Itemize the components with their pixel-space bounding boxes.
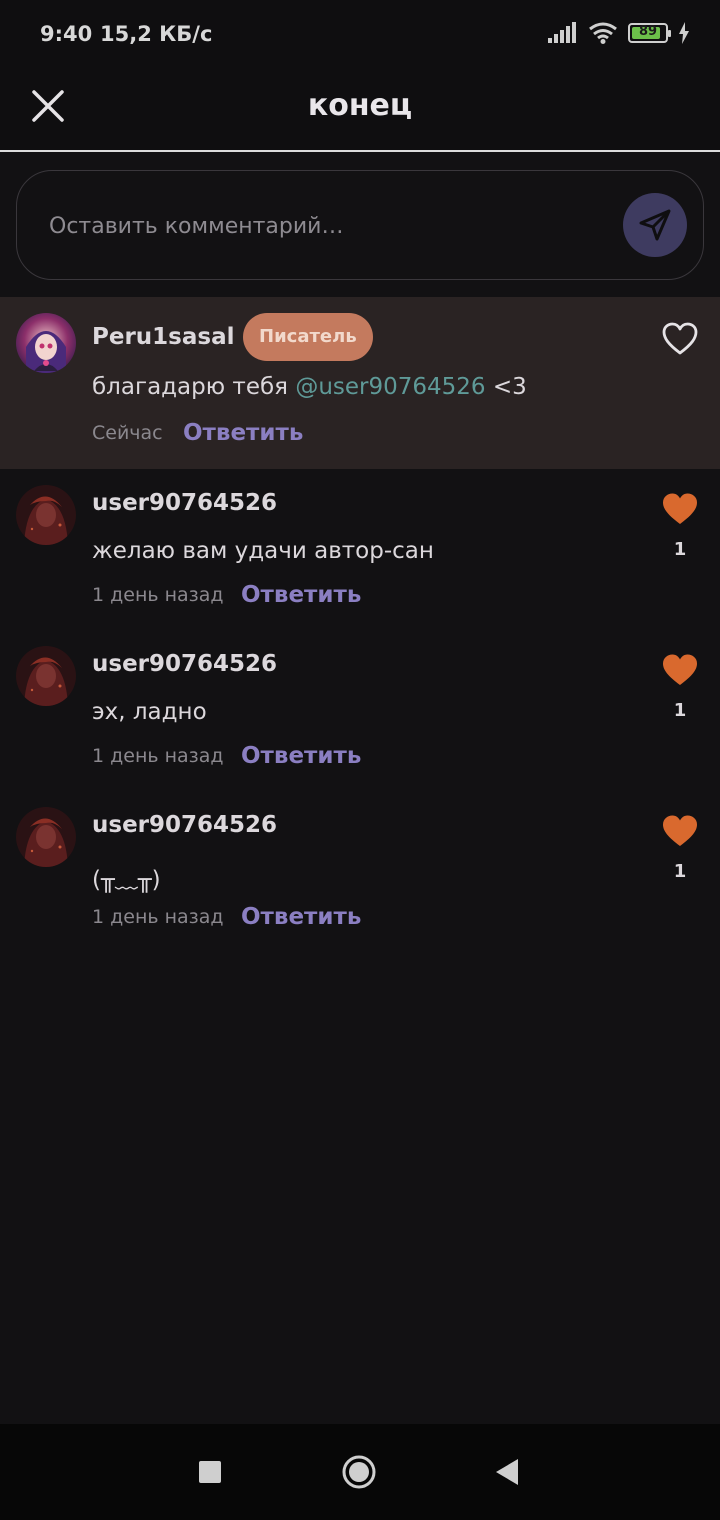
recent-apps-icon[interactable] [199, 1461, 221, 1483]
signal-icon [548, 22, 576, 43]
comment-text: (╥﹏╥) [92, 867, 161, 893]
heart-filled-icon [663, 815, 697, 846]
send-button[interactable] [623, 193, 687, 257]
like-button[interactable] [660, 321, 700, 357]
battery-level: 89 [638, 24, 658, 39]
like-count: 1 [673, 861, 687, 882]
comment-text-part: <3 [485, 374, 527, 400]
page-title: конец [307, 88, 413, 123]
comment-item: user90764526 (╥﹏╥) 1 день назад Ответить… [0, 791, 720, 952]
like-button[interactable] [660, 491, 700, 527]
comment-text: благадарю тебя @user90764526 <3 [92, 374, 527, 400]
like-count: 1 [673, 700, 687, 721]
avatar-image [16, 807, 76, 867]
battery-icon: 89 [628, 23, 671, 43]
avatar[interactable] [16, 313, 76, 373]
heart-filled-icon [663, 654, 697, 685]
home-icon[interactable] [342, 1455, 376, 1489]
heart-filled-icon [663, 493, 697, 524]
reply-button[interactable]: Ответить [241, 904, 361, 930]
status-bar: 9:40 15,2 КБ/с 89 [0, 0, 720, 70]
system-nav-bar [0, 1424, 720, 1520]
status-network-speed: 15,2 КБ/с [100, 22, 213, 46]
reply-button[interactable]: Ответить [241, 743, 361, 769]
comment-text-part: благадарю тебя [92, 374, 296, 400]
comment-input-box [16, 170, 704, 280]
comment-timestamp: 1 день назад [92, 584, 224, 606]
comment-item: user90764526 эх, ладно 1 день назад Отве… [0, 630, 720, 791]
comment-item: user90764526 желаю вам удачи автор-сан 1… [0, 469, 720, 630]
heart-outline-icon [662, 322, 698, 355]
user-mention-link[interactable]: @user90764526 [295, 374, 485, 400]
comment-timestamp: Сейчас [92, 422, 163, 444]
avatar[interactable] [16, 646, 76, 706]
status-icons: 89 [548, 22, 690, 44]
wifi-icon [589, 22, 617, 44]
comment-text: эх, ладно [92, 699, 207, 725]
reply-button[interactable]: Ответить [183, 420, 303, 446]
comment-timestamp: 1 день назад [92, 906, 224, 928]
comment-username[interactable]: user90764526 [92, 651, 277, 677]
comment-username[interactable]: Peru1sasal [92, 324, 234, 350]
writer-badge: Писатель [243, 313, 373, 361]
comment-timestamp: 1 день назад [92, 745, 224, 767]
comment-username[interactable]: user90764526 [92, 490, 277, 516]
avatar[interactable] [16, 485, 76, 545]
avatar-image [16, 646, 76, 706]
status-time: 9:40 [40, 22, 93, 46]
charging-icon [679, 22, 689, 44]
like-button[interactable] [660, 652, 700, 688]
send-icon [639, 209, 671, 241]
avatar[interactable] [16, 807, 76, 867]
comment-username[interactable]: user90764526 [92, 812, 277, 838]
like-button[interactable] [660, 813, 700, 849]
header: конец [0, 70, 720, 152]
avatar-image [16, 485, 76, 545]
back-icon[interactable] [494, 1457, 520, 1487]
comment-input[interactable] [47, 203, 611, 249]
comment-text: желаю вам удачи автор-сан [92, 538, 434, 564]
reply-button[interactable]: Ответить [241, 582, 361, 608]
like-count: 1 [673, 539, 687, 560]
avatar-image [16, 313, 76, 373]
comment-item: Peru1sasal Писатель благадарю тебя @user… [0, 297, 720, 469]
